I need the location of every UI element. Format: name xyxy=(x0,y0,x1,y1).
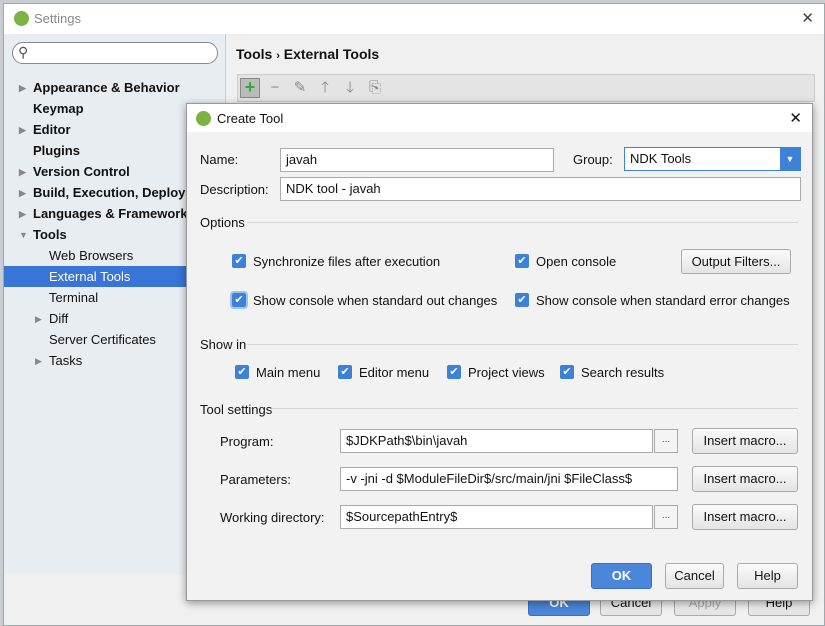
create-tool-dialog: Create Tool ✕ Name: javah Group: NDK Too… xyxy=(186,103,813,601)
sidebar-item-label: Appearance & Behavior xyxy=(33,80,180,95)
insert-macro-program-button[interactable]: Insert macro... xyxy=(692,428,798,454)
sidebar-item-appearance-behavior[interactable]: ▶ Appearance & Behavior xyxy=(4,77,226,98)
breadcrumb-parent[interactable]: Tools xyxy=(236,46,272,62)
insert-macro-workdir-button[interactable]: Insert macro... xyxy=(692,504,798,530)
name-input[interactable]: javah xyxy=(280,148,554,172)
close-icon[interactable]: ✕ xyxy=(801,9,814,27)
sidebar-item-label: Plugins xyxy=(33,143,80,158)
external-tools-toolbar: + − ✎ 🡑 🡓 ⎘ xyxy=(237,74,815,102)
checkbox[interactable]: ✔ xyxy=(232,254,246,268)
android-studio-logo-icon xyxy=(14,11,29,26)
checkbox[interactable]: ✔ xyxy=(230,291,248,309)
program-label: Program: xyxy=(220,434,274,449)
remove-icon[interactable]: − xyxy=(265,78,285,98)
description-label: Description: xyxy=(200,182,269,197)
search-input[interactable]: ⚲ xyxy=(12,42,218,64)
tool-settings-section-label: Tool settings xyxy=(200,402,273,417)
checkbox[interactable]: ✔ xyxy=(338,365,352,379)
close-icon[interactable]: ✕ xyxy=(789,109,802,127)
chevron-right-icon[interactable]: ▶ xyxy=(35,351,42,372)
parameters-label: Parameters: xyxy=(220,472,291,487)
sidebar-item-label: Languages & Frameworks xyxy=(33,206,195,221)
copy-icon[interactable]: ⎘ xyxy=(365,78,385,98)
chevron-right-icon[interactable]: ▶ xyxy=(19,162,26,183)
chevron-right-icon[interactable]: ▶ xyxy=(19,204,26,225)
working-directory-input[interactable]: $SourcepathEntry$ xyxy=(340,505,653,529)
search-icon: ⚲ xyxy=(18,44,29,60)
browse-program-button[interactable]: ... xyxy=(654,429,678,453)
browse-working-directory-button[interactable]: ... xyxy=(654,505,678,529)
divider xyxy=(247,344,798,345)
chevron-right-icon[interactable]: ▶ xyxy=(35,309,42,330)
checkbox[interactable]: ✔ xyxy=(560,365,574,379)
chevron-right-icon[interactable]: ▶ xyxy=(19,120,26,141)
add-icon[interactable]: + xyxy=(240,78,260,98)
description-input[interactable]: NDK tool - javah xyxy=(280,177,801,201)
breadcrumb: Tools › External Tools xyxy=(236,46,379,62)
working-directory-label: Working directory: xyxy=(220,510,325,525)
breadcrumb-separator: › xyxy=(276,50,280,62)
android-studio-logo-icon xyxy=(196,111,211,126)
chevron-down-icon[interactable]: ▼ xyxy=(19,225,28,246)
parameters-input[interactable]: -v -jni -d $ModuleFileDir$/src/main/jni … xyxy=(340,467,678,491)
chevron-right-icon[interactable]: ▶ xyxy=(19,183,26,204)
insert-macro-parameters-button[interactable]: Insert macro... xyxy=(692,466,798,492)
checkbox[interactable]: ✔ xyxy=(515,293,529,307)
move-up-icon[interactable]: 🡑 xyxy=(315,78,335,98)
output-filters-button[interactable]: Output Filters... xyxy=(681,249,791,274)
group-label: Group: xyxy=(573,152,613,167)
dialog-title-bar: Create Tool ✕ xyxy=(187,104,812,132)
settings-title-bar: Settings ✕ xyxy=(4,4,824,34)
breadcrumb-current: External Tools xyxy=(283,46,380,62)
divider xyxy=(272,408,798,409)
name-label: Name: xyxy=(200,152,239,167)
sidebar-item-label: Server Certificates xyxy=(49,332,156,347)
sidebar-item-label: Version Control xyxy=(33,164,130,179)
chevron-down-icon[interactable]: ▼ xyxy=(780,148,800,170)
group-select[interactable]: NDK Tools ▼ xyxy=(624,147,801,171)
program-input[interactable]: $JDKPath$\bin\javah xyxy=(340,429,653,453)
move-down-icon[interactable]: 🡓 xyxy=(340,78,360,98)
checkbox[interactable]: ✔ xyxy=(447,365,461,379)
divider xyxy=(247,222,798,223)
group-value: NDK Tools xyxy=(630,151,692,166)
checkbox[interactable]: ✔ xyxy=(235,365,249,379)
cancel-button[interactable]: Cancel xyxy=(665,563,724,589)
sidebar-item-label: Web Browsers xyxy=(49,248,134,263)
checkbox[interactable]: ✔ xyxy=(515,254,529,268)
sidebar-item-label: External Tools xyxy=(49,269,131,284)
sidebar-item-label: Tools xyxy=(33,227,67,242)
sidebar-item-label: Terminal xyxy=(49,290,99,305)
options-section-label: Options xyxy=(200,215,245,230)
chevron-right-icon[interactable]: ▶ xyxy=(19,78,26,99)
edit-icon[interactable]: ✎ xyxy=(290,78,310,98)
dialog-title: Create Tool xyxy=(217,111,284,126)
sidebar-item-label: Diff xyxy=(49,311,69,326)
sidebar-item-label: Tasks xyxy=(49,353,83,368)
show-in-section-label: Show in xyxy=(200,337,247,352)
help-button[interactable]: Help xyxy=(737,563,798,589)
settings-title: Settings xyxy=(34,11,81,26)
sidebar-item-label: Editor xyxy=(33,122,71,137)
sidebar-item-label: Keymap xyxy=(33,101,84,116)
ok-button[interactable]: OK xyxy=(591,563,652,589)
